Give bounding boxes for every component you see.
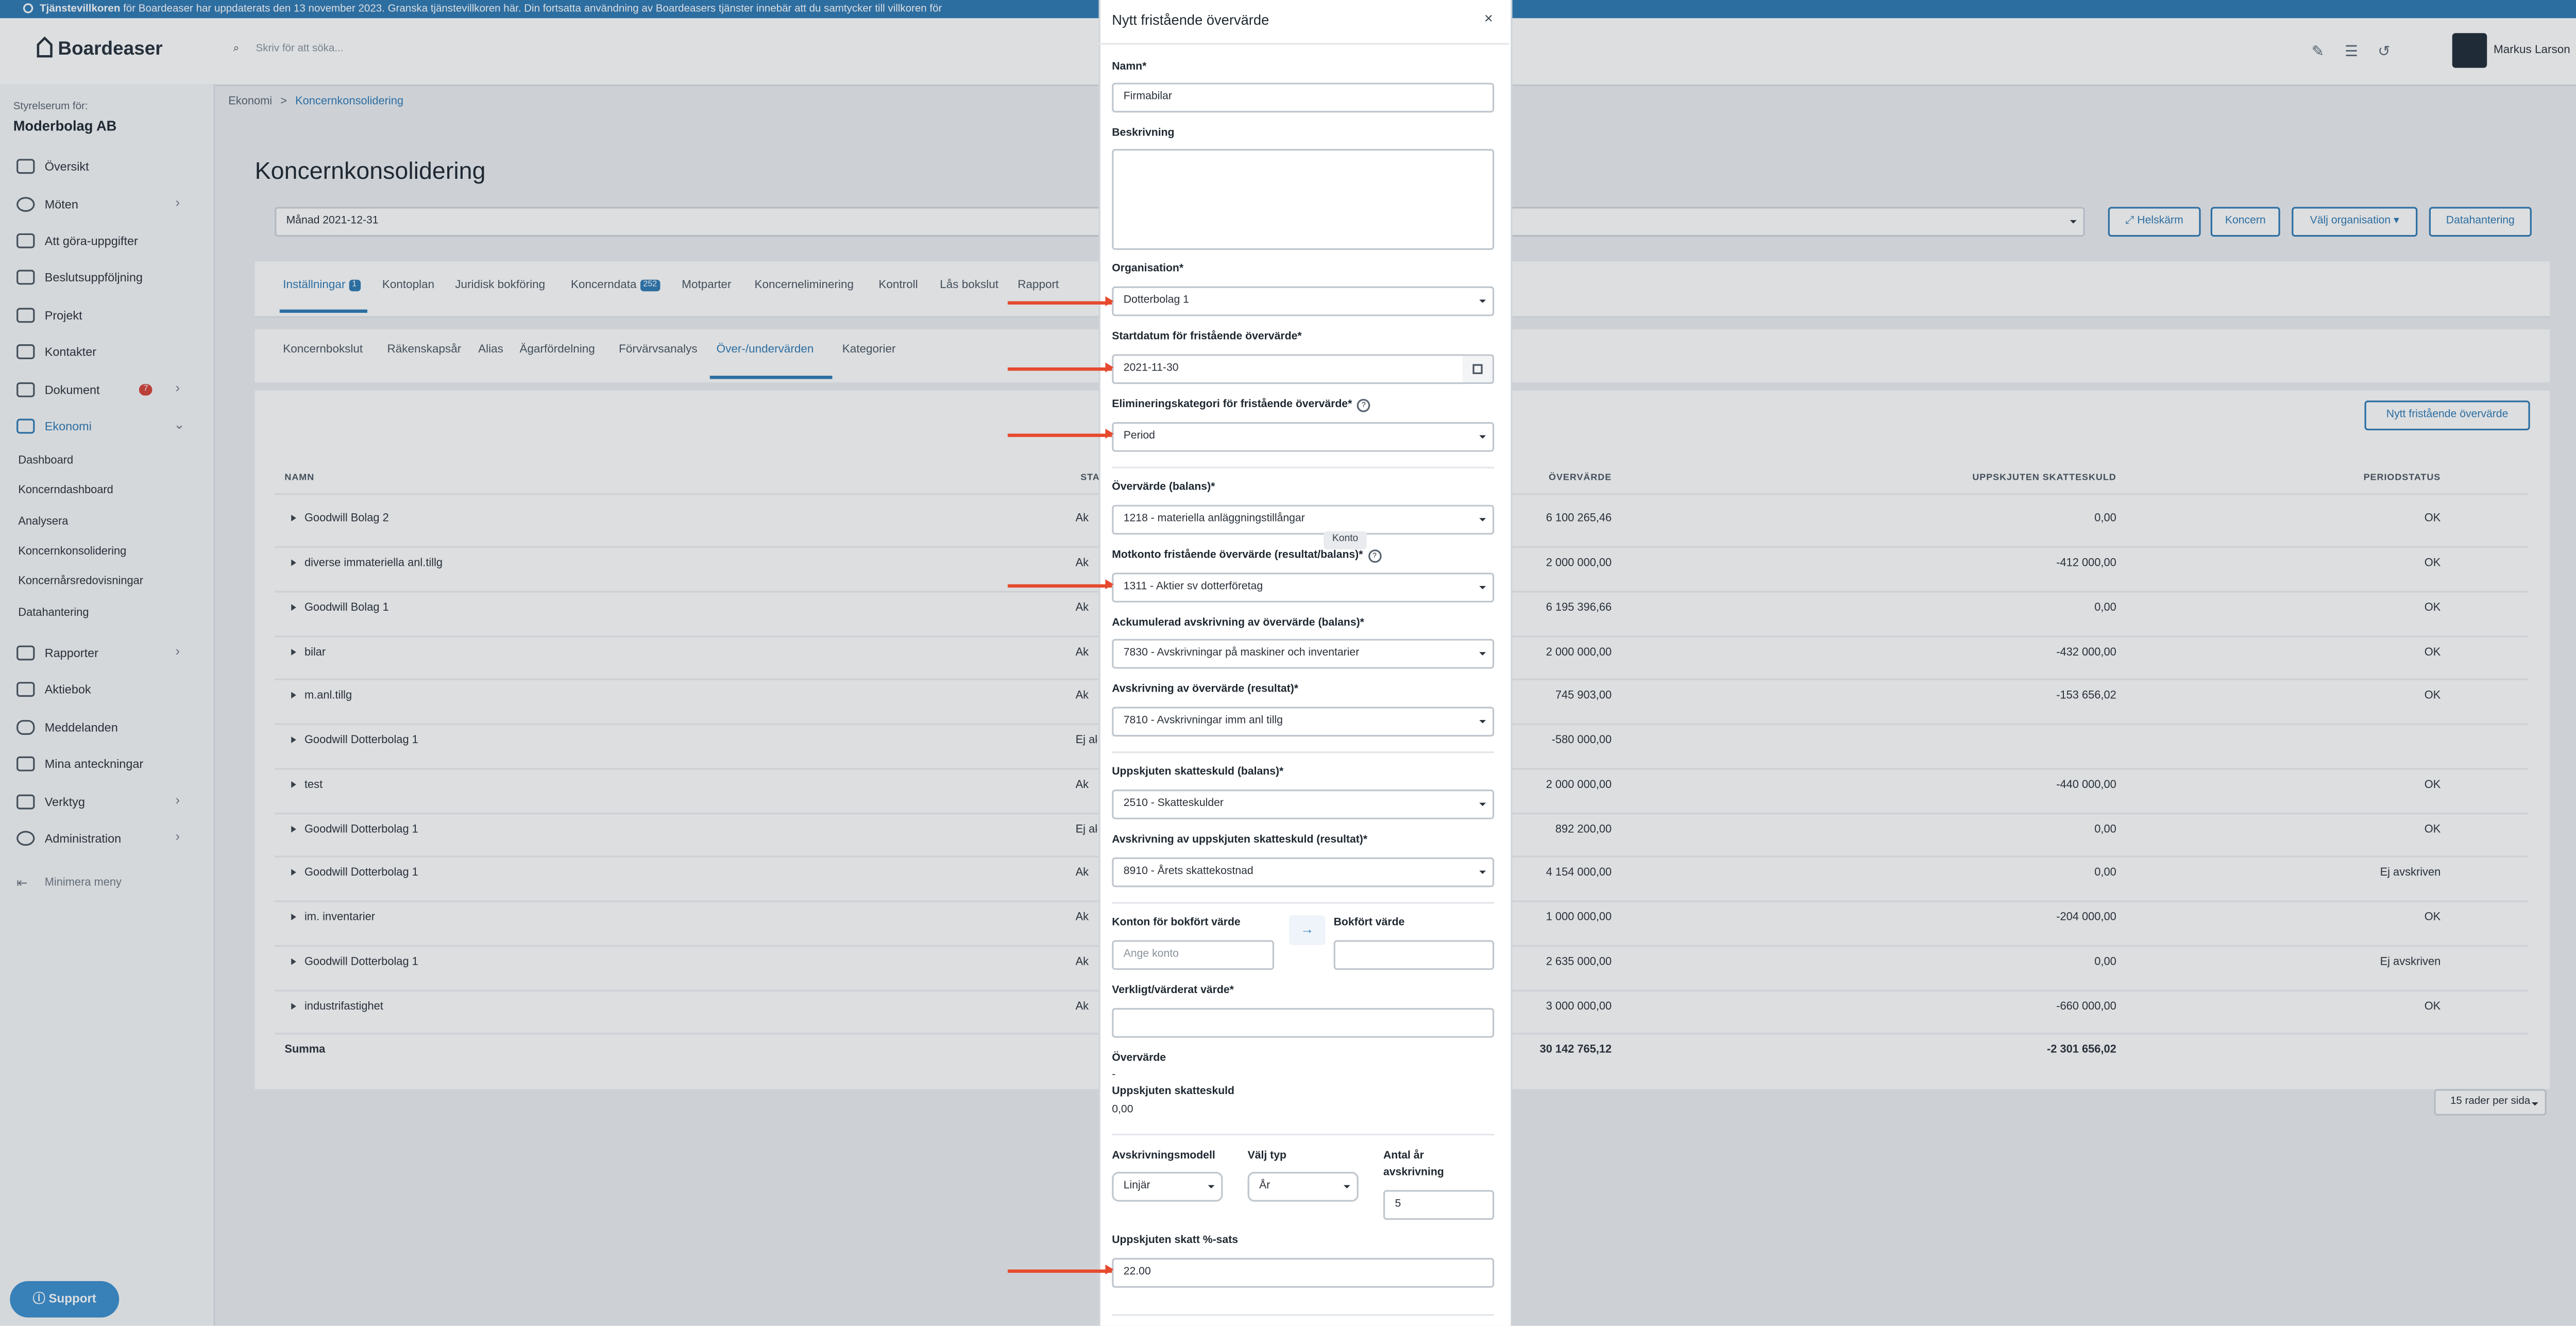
- organisation-select[interactable]: Dotterbolag 1: [1112, 286, 1495, 316]
- close-icon[interactable]: ×: [1484, 10, 1493, 26]
- help-icon[interactable]: ?: [1357, 399, 1370, 412]
- annotation-arrow: [1007, 364, 1114, 372]
- deferred-tax-balance-value: 2510 - Skatteskulder: [1123, 798, 1224, 810]
- type-value: År: [1259, 1180, 1270, 1192]
- deferred-tax-result-label: Avskrivning av uppskjuten skatteskuld (r…: [1112, 834, 1368, 846]
- deferred-tax-result-value: 8910 - Årets skattekostnad: [1123, 865, 1253, 878]
- organisation-label: Organisation*: [1112, 263, 1184, 275]
- elimination-category-text: Elimineringskategori för fristående över…: [1112, 399, 1352, 411]
- years-label-line2: avskrivning: [1383, 1167, 1444, 1179]
- book-accounts-label: Konton för bokfört värde: [1112, 917, 1241, 929]
- real-value-field[interactable]: [1112, 1008, 1495, 1038]
- depreciation-result-select[interactable]: 7810 - Avskrivningar imm anl tillg: [1112, 707, 1495, 737]
- years-label-line1: Antal år: [1383, 1150, 1424, 1162]
- overvalue-balance-value: 1218 - materiella anläggningstillångar: [1123, 513, 1305, 525]
- deferred-tax-balance-select[interactable]: 2510 - Skatteskulder: [1112, 789, 1495, 819]
- overvalue-summary-label: Övervärde: [1112, 1052, 1166, 1065]
- book-value-label: Bokfört värde: [1333, 917, 1405, 929]
- years-value: 5: [1395, 1198, 1401, 1210]
- depreciation-model-value: Linjär: [1123, 1180, 1150, 1192]
- elimination-category-label: Elimineringskategori för fristående över…: [1112, 399, 1370, 412]
- description-label: Beskrivning: [1112, 127, 1175, 139]
- organisation-value: Dotterbolag 1: [1123, 294, 1189, 307]
- name-label: Namn*: [1112, 61, 1147, 73]
- divider: [1112, 751, 1495, 753]
- name-field[interactable]: Firmabilar: [1112, 82, 1495, 113]
- modal-title: Nytt fristående övervärde: [1112, 11, 1269, 28]
- help-icon[interactable]: ?: [1368, 549, 1381, 563]
- tax-rate-field[interactable]: 22.00: [1112, 1257, 1495, 1288]
- tax-rate-value: 22.00: [1123, 1266, 1151, 1278]
- type-select[interactable]: År: [1247, 1171, 1359, 1202]
- depreciation-model-label: Avskrivningsmodell: [1112, 1150, 1215, 1162]
- accumulated-depreciation-select[interactable]: 7830 - Avskrivningar på maskiner och inv…: [1112, 639, 1495, 669]
- overvalue-summary-value: -: [1112, 1069, 1116, 1081]
- depreciation-result-value: 7810 - Avskrivningar imm anl tillg: [1123, 715, 1283, 727]
- description-field[interactable]: [1112, 149, 1495, 250]
- start-date-label: Startdatum för fristående övervärde*: [1112, 331, 1302, 343]
- accumulated-depreciation-value: 7830 - Avskrivningar på maskiner och inv…: [1123, 647, 1360, 659]
- start-date-value: 2021-11-30: [1123, 362, 1179, 374]
- accumulated-depreciation-label: Ackumulerad avskrivning av övervärde (ba…: [1112, 617, 1364, 629]
- divider: [1112, 1134, 1495, 1136]
- divider: [1112, 902, 1495, 904]
- konto-tooltip: Konto: [1324, 531, 1367, 550]
- tax-summary-label: Uppskjuten skatteskuld: [1112, 1085, 1234, 1098]
- arrow-right-icon[interactable]: →: [1289, 915, 1326, 945]
- book-accounts-placeholder: Ange konto: [1123, 948, 1179, 960]
- years-field[interactable]: 5: [1383, 1190, 1495, 1220]
- overvalue-balance-select[interactable]: 1218 - materiella anläggningstillångar: [1112, 505, 1495, 535]
- counter-account-label: Motkonto fristående övervärde (resultat/…: [1112, 549, 1381, 563]
- depreciation-model-select[interactable]: Linjär: [1112, 1171, 1223, 1202]
- divider: [1112, 1314, 1495, 1316]
- divider: [1112, 466, 1495, 468]
- book-accounts-field[interactable]: Ange konto: [1112, 940, 1275, 970]
- deferred-tax-balance-label: Uppskjuten skatteskuld (balans)*: [1112, 766, 1284, 778]
- start-date-field[interactable]: 2021-11-30: [1112, 354, 1465, 384]
- deferred-tax-result-select[interactable]: 8910 - Årets skattekostnad: [1112, 857, 1495, 887]
- counter-account-value: 1311 - Aktier sv dotterföretag: [1123, 581, 1263, 593]
- annotation-arrow: [1007, 297, 1114, 306]
- counter-account-select[interactable]: 1311 - Aktier sv dotterföretag: [1112, 573, 1495, 603]
- real-value-label: Verkligt/värderat värde*: [1112, 984, 1234, 997]
- elimination-category-select[interactable]: Period: [1112, 422, 1495, 452]
- annotation-arrow: [1007, 581, 1114, 589]
- name-value: Firmabilar: [1123, 91, 1172, 103]
- calendar-icon[interactable]: [1463, 354, 1495, 384]
- depreciation-result-label: Avskrivning av övervärde (resultat)*: [1112, 683, 1299, 695]
- annotation-arrow: [1007, 1266, 1114, 1274]
- type-label: Välj typ: [1247, 1150, 1286, 1162]
- tax-summary-value: 0,00: [1112, 1104, 1133, 1116]
- overvalue-balance-label: Övervärde (balans)*: [1112, 481, 1215, 494]
- annotation-arrow: [1007, 430, 1114, 439]
- counter-account-text: Motkonto fristående övervärde (resultat/…: [1112, 549, 1363, 561]
- book-value-field[interactable]: [1333, 940, 1495, 970]
- elimination-category-value: Period: [1123, 430, 1155, 442]
- tax-rate-label: Uppskjuten skatt %-sats: [1112, 1234, 1239, 1247]
